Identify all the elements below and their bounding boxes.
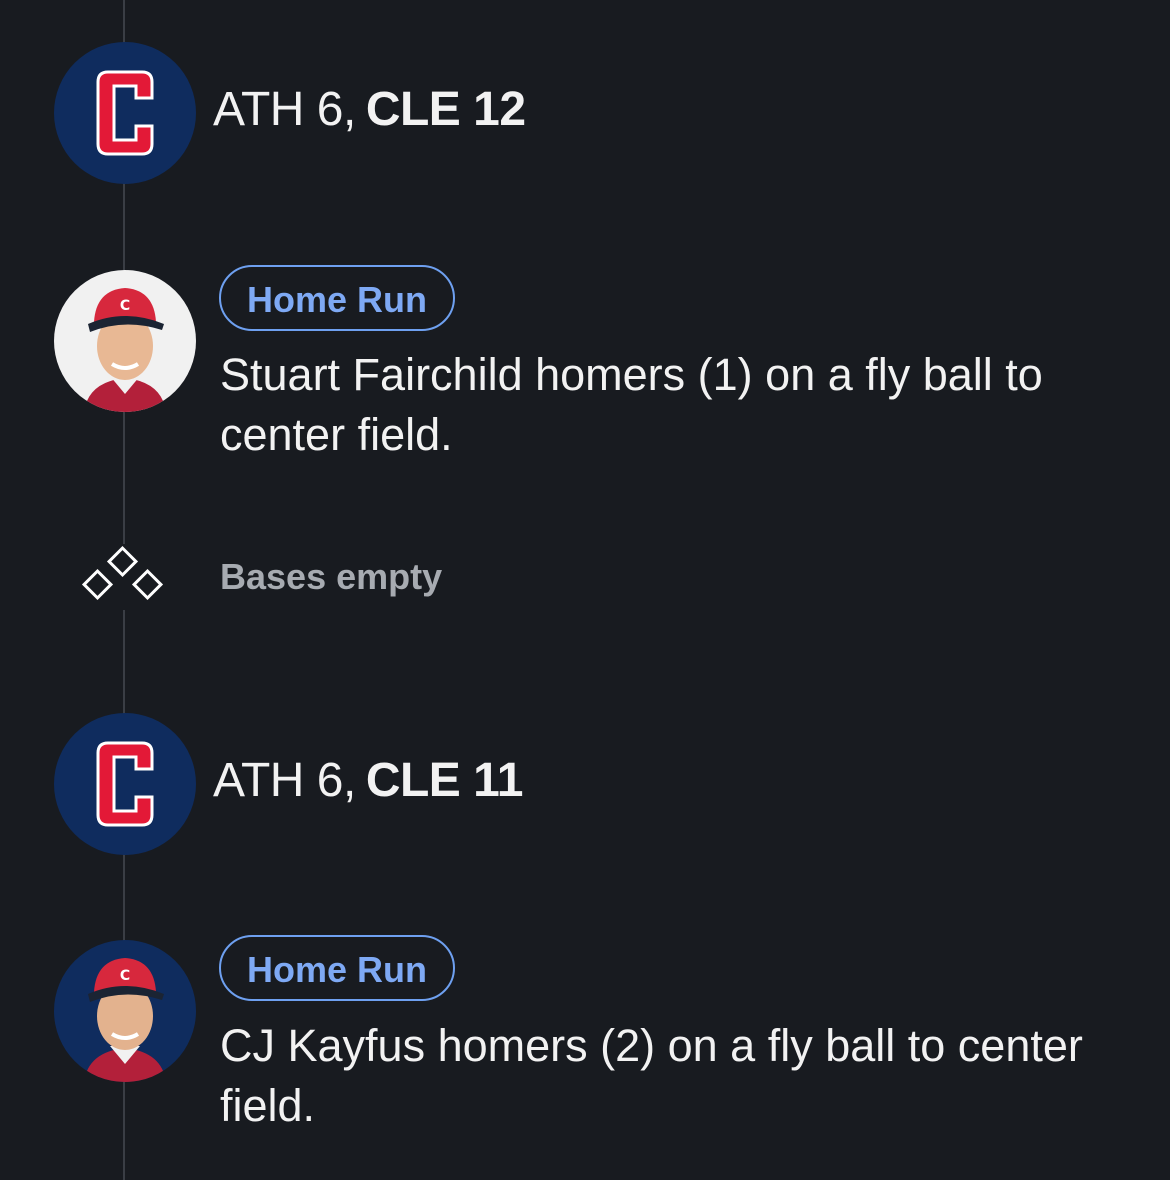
score-line: ATH 6, CLE 12 [213, 82, 526, 138]
play-by-play-feed: ATH 6, CLE 12 C Home Run Stuart Fairchild… [0, 0, 1170, 1180]
home-run-badge[interactable]: Home Run [219, 265, 455, 331]
home-score: CLE 12 [365, 83, 526, 136]
away-score: ATH 6, [213, 83, 356, 136]
svg-text:C: C [120, 298, 130, 314]
home-score: CLE 11 [365, 754, 524, 807]
play-description: CJ Kayfus homers (2) on a fly ball to ce… [220, 1020, 1083, 1131]
bases-status: Bases empty [220, 556, 443, 597]
player-headshot-icon: C [54, 270, 196, 412]
svg-text:C: C [120, 968, 130, 984]
home-run-badge[interactable]: Home Run [219, 935, 455, 1001]
away-score: ATH 6, [213, 754, 356, 807]
cleveland-c-logo-icon [54, 713, 196, 855]
player-headshot-icon: C [54, 940, 196, 1082]
play-description: Stuart Fairchild homers (1) on a fly bal… [220, 349, 1043, 460]
cleveland-c-logo-icon [54, 42, 196, 184]
bases-diamond-icon [78, 544, 170, 610]
score-line: ATH 6, CLE 11 [213, 753, 523, 809]
